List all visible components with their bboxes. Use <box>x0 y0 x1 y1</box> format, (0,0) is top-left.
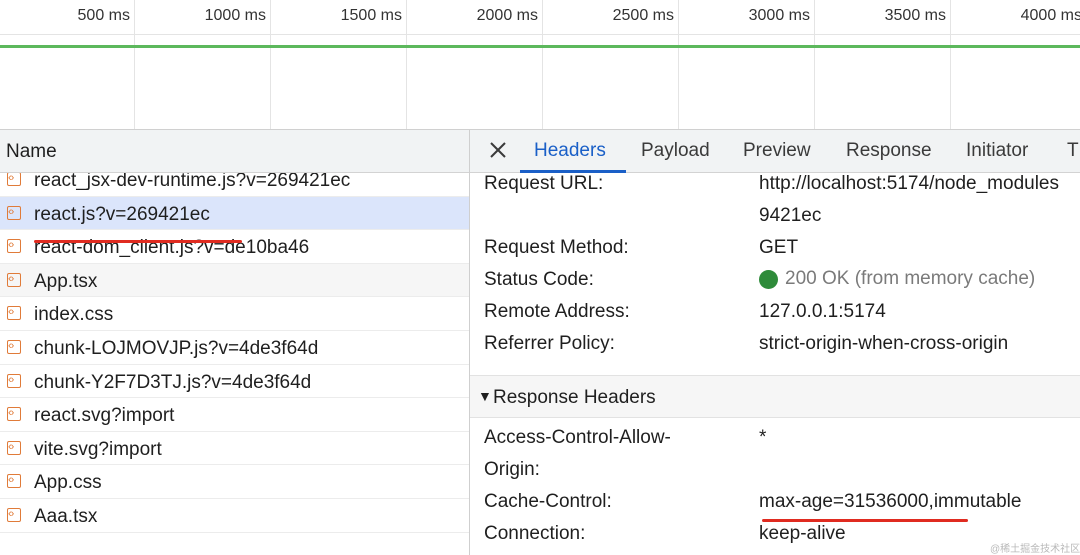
referrer-policy-value: strict-origin-when-cross-origin <box>759 333 1009 354</box>
request-url-value-wrap: 9421ec <box>759 205 822 226</box>
timeline-tick-label: 2500 ms <box>612 7 674 24</box>
connection-value: keep-alive <box>759 523 846 544</box>
request-row[interactable]: index.css <box>0 297 469 331</box>
request-name: Aaa.tsx <box>34 505 98 527</box>
timeline-tick-label: 4000 ms <box>1020 7 1080 24</box>
request-row[interactable]: App.tsx <box>0 263 469 298</box>
script-file-icon <box>7 271 21 287</box>
request-method-label: Request Method: <box>484 237 629 258</box>
remote-address-label: Remote Address: <box>484 301 630 322</box>
timeline-gridline <box>950 0 951 130</box>
request-row[interactable]: vite.svg?import <box>0 432 469 466</box>
request-name: index.css <box>34 304 114 326</box>
script-file-icon <box>7 204 21 220</box>
timeline-tick-label: 1500 ms <box>340 7 402 24</box>
request-row[interactable]: react-dom_client.js?v=de10ba46 <box>0 230 469 264</box>
request-list[interactable]: react_jsx-dev-runtime.js?v=269421ec reac… <box>0 130 469 555</box>
name-column-label: Name <box>6 141 57 162</box>
request-name: App.css <box>34 472 102 494</box>
timeline-tick-label: 1000 ms <box>204 7 266 24</box>
timeline-divider <box>0 34 1080 35</box>
request-row[interactable]: App.css <box>0 465 469 499</box>
request-rows: react_jsx-dev-runtime.js?v=269421ec reac… <box>0 163 469 533</box>
referrer-policy-label: Referrer Policy: <box>484 333 615 354</box>
script-file-icon <box>7 237 21 254</box>
request-row[interactable]: react.svg?import <box>0 398 469 432</box>
request-name: react.svg?import <box>34 405 175 427</box>
timeline-gridline <box>270 0 271 130</box>
acao-label-wrap: Origin: <box>484 459 540 480</box>
request-method-value: GET <box>759 237 799 258</box>
response-headers-section-toggle[interactable]: ▼ Response Headers <box>470 376 1080 418</box>
timeline-gridline <box>542 0 543 130</box>
timeline-gridline <box>134 0 135 130</box>
request-name: chunk-LOJMOVJP.js?v=4de3f64d <box>34 337 319 359</box>
connection-label: Connection: <box>484 523 586 544</box>
request-row[interactable]: chunk-LOJMOVJP.js?v=4de3f64d <box>0 331 469 365</box>
acao-label: Access-Control-Allow- <box>484 427 671 448</box>
timeline-gridline <box>406 0 407 130</box>
script-file-icon <box>7 472 21 489</box>
timeline-gridline <box>814 0 815 130</box>
tab-timing[interactable]: T <box>1067 140 1079 162</box>
request-url-label: Request URL: <box>484 173 604 194</box>
request-url-value: http://localhost:5174/node_modules <box>759 173 1059 194</box>
acao-value: * <box>759 427 767 448</box>
request-row[interactable]: chunk-Y2F7D3TJ.js?v=4de3f64d <box>0 365 469 399</box>
script-file-icon <box>7 372 21 388</box>
selected-request-annotation <box>34 240 242 243</box>
cache-control-label: Cache-Control: <box>484 491 612 512</box>
request-name: chunk-Y2F7D3TJ.js?v=4de3f64d <box>34 371 312 393</box>
status-ok-icon <box>759 270 778 289</box>
timeline-gridline <box>678 0 679 130</box>
tab-response[interactable]: Response <box>846 140 932 162</box>
request-name: react.js?v=269421ec <box>34 203 210 225</box>
watermark: @稀土掘金技术社区 <box>990 544 1080 555</box>
timeline-tick-label: 500 ms <box>77 7 130 24</box>
remote-address-value: 127.0.0.1:5174 <box>759 301 886 322</box>
status-code-label: Status Code: <box>484 269 594 290</box>
script-file-icon <box>7 304 21 321</box>
tab-payload[interactable]: Payload <box>641 140 710 162</box>
timeline-activity-bar <box>0 45 1080 48</box>
cache-control-value: max-age=31536000,immutable <box>759 491 1022 512</box>
tab-initiator[interactable]: Initiator <box>966 140 1028 162</box>
timeline-tick-label: 3000 ms <box>748 7 810 24</box>
network-timeline[interactable]: 500 ms 1000 ms 1500 ms 2000 ms 2500 ms 3… <box>0 0 1080 130</box>
request-row-selected[interactable]: react.js?v=269421ec <box>0 196 469 231</box>
request-details-pane: Headers Payload Preview Response Initiat… <box>470 130 1080 555</box>
request-name: react_jsx-dev-runtime.js?v=269421ec <box>34 170 351 191</box>
close-icon[interactable] <box>486 138 510 162</box>
script-file-icon <box>7 506 21 522</box>
status-code-value: 200 OK (from memory cache) <box>785 268 1036 289</box>
script-file-icon <box>7 170 21 186</box>
tab-headers[interactable]: Headers <box>534 140 606 162</box>
name-column-header[interactable]: Name <box>0 130 469 173</box>
tab-preview[interactable]: Preview <box>743 140 811 162</box>
details-tabbar: Headers Payload Preview Response Initiat… <box>470 130 1080 173</box>
script-file-icon <box>7 338 21 354</box>
request-row[interactable]: Aaa.tsx <box>0 499 469 533</box>
response-headers-title: Response Headers <box>493 387 656 408</box>
request-name: vite.svg?import <box>34 438 162 460</box>
timeline-tick-label: 2000 ms <box>476 7 538 24</box>
request-name: App.tsx <box>34 270 98 292</box>
cache-control-annotation <box>762 519 968 522</box>
triangle-down-icon: ▼ <box>478 388 492 404</box>
script-file-icon <box>7 405 21 422</box>
timeline-tick-label: 3500 ms <box>884 7 946 24</box>
script-file-icon <box>7 439 21 455</box>
